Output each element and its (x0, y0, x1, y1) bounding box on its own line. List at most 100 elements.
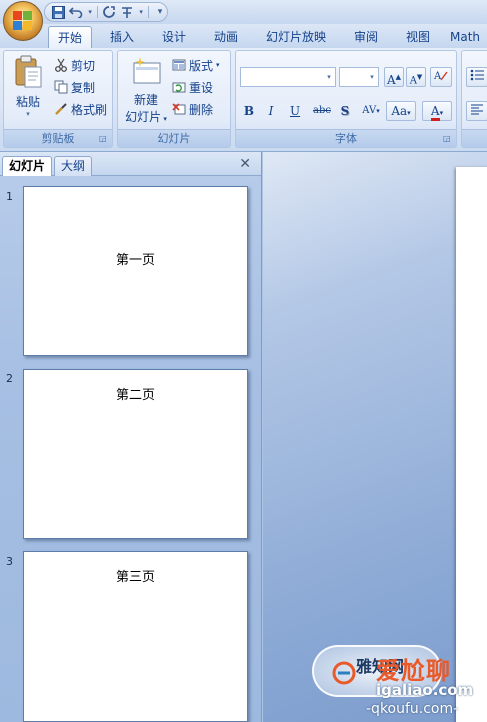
slide-number: 3 (6, 555, 13, 568)
ribbon-tabs: 开始 插入 设计 动画 幻灯片放映 审阅 视图 Math (0, 24, 487, 48)
change-case-label: Aa (391, 104, 408, 118)
office-logo-icon (13, 11, 33, 31)
tab-slideshow[interactable]: 幻灯片放映 (258, 26, 334, 48)
slides-group-label: 幻灯片 (118, 129, 230, 147)
strikethrough-button[interactable]: abc (310, 101, 334, 121)
bold-button[interactable]: B (240, 101, 258, 121)
font-size-combobox[interactable]: ▾ (339, 67, 379, 87)
change-case-button[interactable]: Aa▾ (386, 101, 416, 121)
format-painter-button[interactable]: 格式刷 (54, 99, 107, 119)
align-left-icon (471, 104, 483, 115)
paragraph-group (461, 50, 487, 148)
slide-title: 第二页 (115, 388, 155, 403)
shrink-font-button[interactable]: A▼ (406, 67, 426, 87)
paragraph-group-label (462, 129, 487, 147)
slide-number: 2 (6, 372, 13, 385)
new-slide-icon (130, 55, 162, 87)
copy-label: 复制 (71, 80, 96, 95)
char-spacing-button[interactable]: AV▾ (358, 101, 384, 121)
font-name-combobox[interactable]: ▾ (240, 67, 336, 87)
chevron-down-icon[interactable]: ▾ (87, 4, 93, 20)
dialog-launcher-icon[interactable]: ◲ (443, 134, 453, 144)
divider (97, 6, 98, 18)
new-slide-label-1: 新建 (133, 93, 158, 107)
tab-outline[interactable]: 大纲 (54, 156, 93, 176)
slide-editing-area (263, 152, 487, 722)
paste-label: 粘贴 (15, 95, 40, 109)
grow-font-button[interactable]: A▲ (384, 67, 404, 87)
slide-canvas[interactable] (456, 167, 487, 722)
divider (148, 6, 149, 18)
slide-thumbnail-2[interactable]: 第二页 (23, 369, 248, 539)
font-group: ▾ ▾ A▲ A▼ A B I U abc S AV▾ Aa▾ A▾ 字体 ◲ (235, 50, 457, 148)
save-icon[interactable] (51, 4, 65, 20)
bullets-button[interactable] (466, 67, 487, 87)
watermark: 雅知网 爱尬聊 igaliao.com -qkoufu.com- (312, 645, 487, 722)
cut-label: 剪切 (71, 58, 96, 73)
title-bar: ▾ ▾ ▾ (0, 0, 487, 41)
format-icon[interactable] (120, 4, 134, 20)
ribbon: 粘贴 ▾ 剪切 复制 格式刷 剪贴板 ◲ 新建 幻灯片 ▾ 版式 ▾ 重设 删除… (0, 48, 487, 152)
copy-button[interactable]: 复制 (54, 77, 95, 97)
chevron-down-icon: ▾ (26, 110, 30, 118)
chevron-down-icon: ▾ (370, 73, 374, 81)
bullets-icon (470, 69, 484, 81)
svg-text:A: A (433, 71, 442, 82)
dialog-launcher-icon[interactable]: ◲ (99, 134, 109, 144)
format-painter-label: 格式刷 (71, 102, 108, 117)
paste-icon (12, 55, 44, 88)
slide-number: 1 (6, 190, 13, 203)
font-group-label: 字体 (236, 129, 456, 147)
paste-button[interactable]: 粘贴 ▾ (10, 55, 46, 118)
new-slide-button[interactable]: 新建 幻灯片 ▾ (122, 55, 170, 125)
clipboard-group-label: 剪贴板 (4, 129, 112, 147)
font-color-button[interactable]: A▾ (422, 101, 452, 121)
clear-format-icon: A (433, 71, 448, 82)
reset-button[interactable]: 重设 (172, 77, 213, 97)
slides-group: 新建 幻灯片 ▾ 版式 ▾ 重设 删除 幻灯片 (117, 50, 231, 148)
chevron-down-icon: ▾ (327, 73, 331, 81)
slide-title: 第三页 (115, 570, 155, 585)
scissors-icon (54, 58, 68, 72)
delete-icon (172, 102, 186, 116)
close-icon[interactable]: ✕ (239, 156, 251, 172)
delete-slide-button[interactable]: 删除 (172, 99, 213, 119)
clipboard-group: 粘贴 ▾ 剪切 复制 格式刷 剪贴板 ◲ (3, 50, 113, 148)
undo-icon[interactable] (69, 4, 83, 20)
slide-thumbnail-3[interactable]: 第三页 (23, 551, 248, 722)
tab-view[interactable]: 视图 (396, 26, 440, 48)
chevron-down-icon[interactable]: ▾ (138, 4, 144, 20)
chevron-down-icon: ▾ (161, 115, 167, 123)
quick-access-toolbar: ▾ ▾ ▾ (44, 2, 168, 22)
watermark-domain-2: -qkoufu.com- (366, 701, 459, 717)
italic-button[interactable]: I (262, 101, 280, 121)
slide-thumbnail-1[interactable]: 第一页 (23, 186, 248, 356)
cut-button[interactable]: 剪切 (54, 55, 95, 75)
tab-math[interactable]: Math (450, 26, 487, 48)
tab-home[interactable]: 开始 (48, 26, 92, 48)
grow-font-label: A (386, 73, 396, 87)
office-button[interactable] (3, 1, 43, 41)
redo-icon[interactable] (102, 4, 116, 20)
layout-button[interactable]: 版式 ▾ (172, 55, 220, 75)
watermark-domain: igaliao.com (376, 681, 474, 699)
layout-label: 版式 (189, 58, 214, 73)
underline-button[interactable]: U (286, 101, 304, 121)
chevron-down-icon: ▾ (216, 61, 220, 69)
tab-review[interactable]: 审阅 (344, 26, 388, 48)
paintbrush-icon (54, 102, 68, 116)
tab-design[interactable]: 设计 (152, 26, 196, 48)
clear-format-button[interactable]: A (430, 67, 452, 87)
font-color-label: A (430, 104, 440, 121)
tab-insert[interactable]: 插入 (100, 26, 144, 48)
align-left-button[interactable] (466, 101, 487, 121)
slide-title: 第一页 (115, 253, 155, 268)
layout-icon (172, 58, 186, 72)
copy-icon (54, 80, 68, 94)
new-slide-label-2: 幻灯片 (125, 110, 162, 124)
tab-slides[interactable]: 幻灯片 (2, 156, 53, 176)
tab-animations[interactable]: 动画 (204, 26, 248, 48)
char-spacing-label: AV (362, 105, 377, 116)
shadow-button[interactable]: S (336, 101, 354, 121)
customize-qat-icon[interactable]: ▾ (153, 4, 167, 20)
